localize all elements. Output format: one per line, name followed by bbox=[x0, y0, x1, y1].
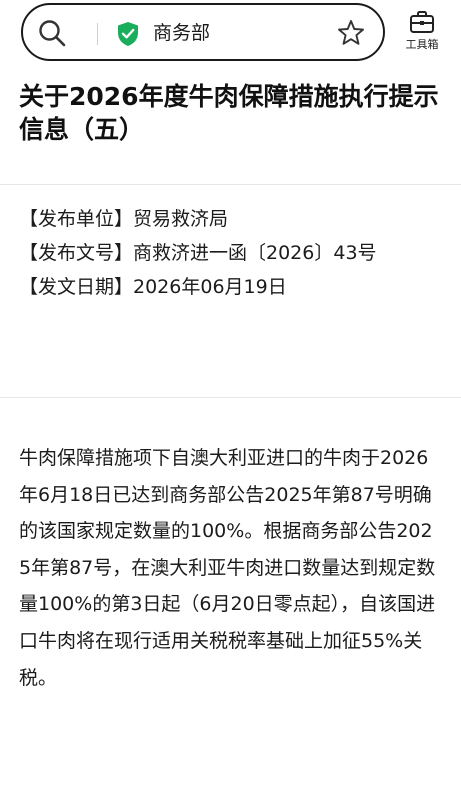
secure-shield-icon bbox=[118, 22, 138, 46]
meta-date: 【发文日期】2026年06月19日 bbox=[19, 276, 287, 298]
article-title: 关于2026年度牛肉保障措施执行提示信息（五） bbox=[19, 82, 439, 144]
article-body: 牛肉保障措施项下自澳大利亚进口的牛肉于2026年6月18日已达到商务部公告202… bbox=[19, 447, 436, 689]
address-bar-divider bbox=[97, 23, 98, 45]
site-name[interactable]: 商务部 bbox=[153, 20, 210, 46]
toolbox-button[interactable]: 工具箱 bbox=[400, 8, 444, 56]
divider bbox=[0, 397, 461, 398]
divider bbox=[0, 184, 461, 185]
bookmark-star-icon[interactable] bbox=[336, 18, 366, 48]
address-bar[interactable]: 商务部 bbox=[21, 3, 385, 61]
toolbox-icon bbox=[410, 11, 434, 33]
article-meta: 【发布单位】贸易救济局 【发布文号】商救济进一函〔2026〕43号 【发文日期】… bbox=[19, 205, 444, 301]
toolbox-label: 工具箱 bbox=[405, 38, 439, 51]
browser-top-bar: 商务部 工具箱 bbox=[0, 0, 461, 68]
search-icon[interactable] bbox=[37, 18, 67, 48]
meta-issuer: 【发布单位】贸易救济局 bbox=[19, 208, 229, 230]
meta-doc-number: 【发布文号】商救济进一函〔2026〕43号 bbox=[19, 242, 377, 264]
